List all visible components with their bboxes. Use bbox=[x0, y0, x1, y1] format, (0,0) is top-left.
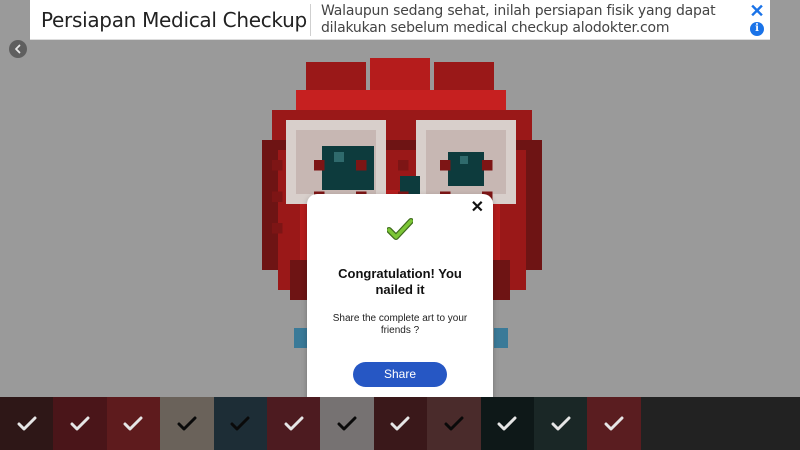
ad-banner[interactable]: Persiapan Medical Checkup Walaupun sedan… bbox=[30, 0, 770, 40]
ad-description[interactable]: Walaupun sedang sehat, inilah persiapan … bbox=[321, 3, 744, 37]
pixel-block bbox=[314, 160, 325, 171]
ad-separator bbox=[310, 3, 311, 36]
pixel-block bbox=[440, 160, 451, 171]
chevron-left-icon bbox=[15, 44, 21, 54]
congratulation-dialog: ✕ Congratulation! You nailed it Share th… bbox=[307, 194, 493, 410]
back-button[interactable] bbox=[9, 40, 27, 58]
pixel-block bbox=[434, 62, 494, 94]
dialog-title: Congratulation! You nailed it bbox=[338, 266, 462, 297]
palette-swatch[interactable] bbox=[266, 397, 321, 450]
check-icon bbox=[70, 416, 90, 430]
palette-swatch[interactable] bbox=[427, 397, 481, 450]
palette-swatch[interactable] bbox=[106, 397, 161, 450]
info-icon[interactable]: i bbox=[750, 22, 764, 36]
palette-swatch[interactable] bbox=[373, 397, 428, 450]
palette-swatch[interactable] bbox=[213, 397, 267, 450]
check-icon bbox=[230, 416, 250, 430]
pixel-block bbox=[356, 160, 367, 171]
pixel-block bbox=[294, 328, 308, 348]
ad-title[interactable]: Persiapan Medical Checkup bbox=[30, 8, 308, 32]
palette-swatch[interactable] bbox=[0, 397, 54, 450]
pixel-block bbox=[272, 160, 283, 171]
check-icon bbox=[604, 416, 624, 430]
palette-swatch[interactable] bbox=[53, 397, 107, 450]
pixel-block bbox=[494, 328, 508, 348]
pixel-block bbox=[272, 223, 283, 234]
ad-description-line-1: Walaupun sedang sehat, inilah persiapan … bbox=[321, 2, 716, 19]
color-palette bbox=[0, 397, 800, 450]
check-icon bbox=[551, 416, 571, 430]
dialog-close-icon[interactable]: ✕ bbox=[471, 200, 484, 216]
share-button[interactable]: Share bbox=[353, 362, 447, 387]
check-icon bbox=[337, 416, 357, 430]
check-icon bbox=[284, 416, 304, 430]
dialog-message: Share the complete art to your friends ? bbox=[332, 313, 468, 336]
pixel-block bbox=[398, 160, 409, 171]
check-icon bbox=[497, 416, 517, 430]
check-icon bbox=[177, 416, 197, 430]
close-icon[interactable]: ✕ bbox=[749, 2, 764, 20]
palette-swatch[interactable] bbox=[320, 397, 374, 450]
pixel-block bbox=[460, 156, 468, 164]
check-icon bbox=[387, 218, 413, 240]
ad-description-line-2: dilakukan sebelum medical checkup alodok… bbox=[321, 19, 670, 36]
palette-swatch[interactable] bbox=[160, 397, 214, 450]
palette-swatch[interactable] bbox=[533, 397, 588, 450]
pixel-block bbox=[482, 160, 493, 171]
check-icon bbox=[17, 416, 37, 430]
check-icon bbox=[444, 416, 464, 430]
pixel-block bbox=[272, 191, 283, 202]
check-icon bbox=[390, 416, 410, 430]
pixel-block bbox=[306, 62, 366, 94]
palette-swatch[interactable] bbox=[480, 397, 534, 450]
ad-controls: ✕ i bbox=[744, 2, 770, 36]
check-icon bbox=[123, 416, 143, 430]
pixel-block bbox=[334, 152, 344, 162]
palette-swatch[interactable] bbox=[587, 397, 641, 450]
